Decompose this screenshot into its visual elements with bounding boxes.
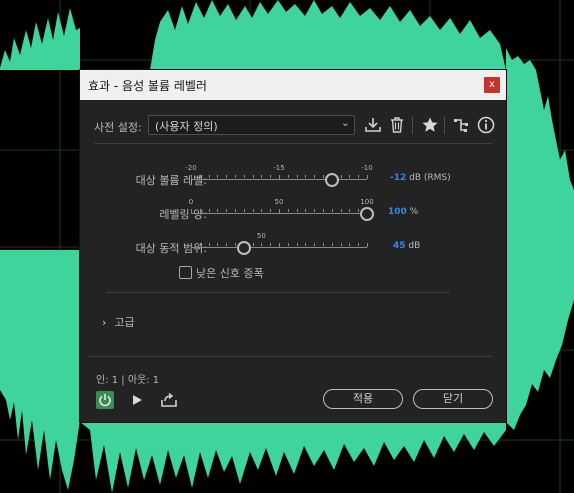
slider-label: 대상 볼륨 레벨: xyxy=(135,174,207,187)
value-number: 100 xyxy=(388,207,407,217)
advanced-label: 고급 xyxy=(114,316,135,329)
value-unit: dB xyxy=(408,241,421,251)
value-unit: dB (RMS) xyxy=(409,173,451,183)
divider xyxy=(106,292,450,293)
close-button[interactable]: x xyxy=(484,77,500,93)
tick-label: 50 xyxy=(274,198,284,206)
value-unit: % xyxy=(409,207,419,217)
slider-value[interactable]: 45 dB xyxy=(393,241,420,251)
chevron-down-icon: ⌄ xyxy=(340,116,350,129)
power-button[interactable] xyxy=(96,391,114,409)
value-number: 45 xyxy=(393,241,406,251)
divider xyxy=(88,356,492,357)
chevron-right-icon: › xyxy=(102,316,107,329)
preset-value: (사용자 정의) xyxy=(155,120,218,133)
slider-track[interactable] xyxy=(191,213,367,214)
slider-value[interactable]: -12 dB (RMS) xyxy=(390,173,451,183)
download-icon[interactable] xyxy=(364,116,382,134)
tick-label: -20 xyxy=(185,164,197,172)
toolbar-divider xyxy=(412,116,413,134)
toolbar-divider xyxy=(444,116,445,134)
dialog-title: 효과 - 음성 볼륨 레벨러 xyxy=(88,79,207,93)
tick-label: -10 xyxy=(361,164,373,172)
info-icon[interactable] xyxy=(477,116,495,134)
slider-thumb[interactable] xyxy=(360,207,374,221)
play-icon[interactable] xyxy=(128,391,146,409)
low-signal-checkbox[interactable] xyxy=(179,266,192,279)
slider-label: 레벨링 양: xyxy=(159,208,207,221)
slider-track[interactable] xyxy=(191,179,367,180)
preset-label: 사전 설정: xyxy=(94,121,142,134)
slider-track[interactable] xyxy=(191,247,367,248)
low-signal-label: 낮은 신호 증폭 xyxy=(196,267,264,280)
divider xyxy=(94,143,492,144)
loop-export-icon[interactable] xyxy=(160,391,178,409)
close-dialog-button[interactable]: 닫기 xyxy=(413,389,493,409)
slider-label: 대상 동적 범위: xyxy=(135,242,207,255)
routing-icon[interactable] xyxy=(452,116,470,134)
trash-icon[interactable] xyxy=(388,116,406,134)
value-number: -12 xyxy=(390,173,407,183)
advanced-toggle[interactable]: › 고급 xyxy=(102,314,135,330)
tick-label: 100 xyxy=(360,198,374,206)
preset-dropdown[interactable]: (사용자 정의) ⌄ xyxy=(148,115,355,135)
slider-thumb[interactable] xyxy=(236,241,251,255)
apply-button[interactable]: 적용 xyxy=(323,389,403,409)
slider-value[interactable]: 100 % xyxy=(388,207,418,217)
tick-label: -15 xyxy=(273,164,285,172)
slider-thumb[interactable] xyxy=(324,173,339,187)
star-icon[interactable] xyxy=(421,116,439,134)
title-bar: 효과 - 음성 볼륨 레벨러 x xyxy=(80,70,506,100)
io-channel-text: 인: 1 | 아웃: 1 xyxy=(96,375,160,386)
tick-label: 0 xyxy=(188,198,194,206)
power-icon xyxy=(99,394,111,407)
effect-dialog: 효과 - 음성 볼륨 레벨러 x 사전 설정: (사용자 정의) ⌄ 대상 볼륨… xyxy=(80,70,506,422)
tick-label: 50 xyxy=(256,232,266,240)
